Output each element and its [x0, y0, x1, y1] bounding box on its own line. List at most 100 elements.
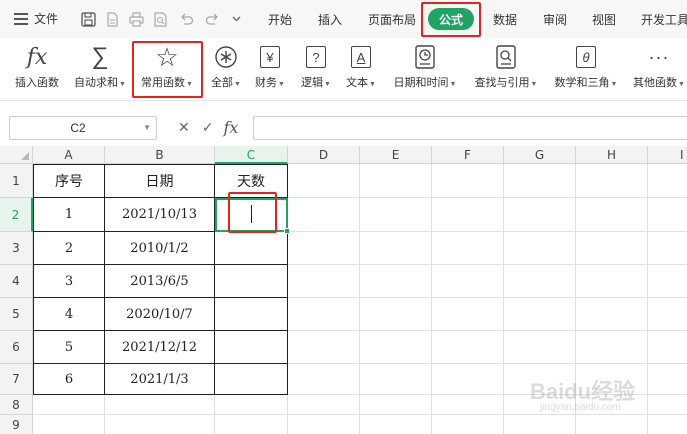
cell-c4[interactable] [215, 265, 288, 298]
cell-c1[interactable]: 天数 [215, 165, 288, 198]
table-top-border [33, 164, 288, 165]
logical-label: 逻辑 [301, 77, 324, 89]
row-header-1[interactable]: 1 [0, 164, 33, 198]
column-header-g[interactable]: G [504, 146, 576, 164]
name-box-dropdown-icon[interactable]: ▼ [143, 123, 151, 132]
cell-a6[interactable]: 5 [34, 331, 105, 364]
column-header-f[interactable]: F [432, 146, 504, 164]
lower-gridlines [33, 395, 288, 434]
financial-label: 财务 [255, 77, 278, 89]
math-trig-button[interactable]: θ 数学和三角▼ [549, 44, 623, 94]
fx-icon: fx [26, 44, 48, 70]
tab-page-layout[interactable]: 页面布局 [368, 11, 416, 28]
row-header-4[interactable]: 4 [0, 265, 33, 298]
asterisk-icon [214, 44, 238, 70]
column-header-a[interactable]: A [33, 146, 105, 164]
cell-a7[interactable]: 6 [34, 364, 105, 395]
row-header-3[interactable]: 3 [0, 232, 33, 265]
hamburger-icon [14, 13, 28, 25]
redo-icon[interactable] [203, 10, 221, 28]
insert-function-button[interactable]: fx 插入函数 [10, 44, 64, 94]
cancel-icon[interactable]: ✕ [178, 119, 190, 136]
cell-a2[interactable]: 1 [34, 198, 105, 232]
cell-b3[interactable]: 2010/1/2 [105, 232, 215, 265]
cell-c5[interactable] [215, 298, 288, 331]
row-header-2[interactable]: 2 [0, 198, 33, 232]
formula-input[interactable] [253, 116, 687, 140]
more-functions-button[interactable]: ··· 其他函数▼ [629, 44, 687, 94]
financial-button[interactable]: ¥ 财务▼ [250, 44, 290, 94]
column-header-c[interactable]: C [215, 146, 288, 164]
text-cursor [251, 205, 252, 223]
cell-a3[interactable]: 2 [34, 232, 105, 265]
tab-home[interactable]: 开始 [268, 11, 292, 28]
common-functions-label: 常用函数 [141, 77, 186, 89]
cell-b2[interactable]: 2021/10/13 [105, 198, 215, 232]
cell-c6[interactable] [215, 331, 288, 364]
lookup-reference-button[interactable]: 查找与引用▼ [469, 44, 543, 94]
column-header-d[interactable]: D [288, 146, 360, 164]
row-header-7[interactable]: 7 [0, 364, 33, 395]
autosum-button[interactable]: ∑ 自动求和▼ [71, 43, 129, 94]
save-icon[interactable] [79, 10, 97, 28]
all-functions-label: 全部 [211, 77, 234, 89]
baidu-watermark: Baidu经验 jingyan.baidu.com [530, 374, 636, 413]
cell-b5[interactable]: 2020/10/7 [105, 298, 215, 331]
row-header-9[interactable]: 9 [0, 415, 33, 434]
theta-icon: θ [576, 44, 596, 70]
tab-view[interactable]: 视图 [592, 11, 616, 28]
file-menu[interactable]: 文件 [14, 10, 58, 27]
text-label: 文本 [346, 77, 369, 89]
more-functions-label: 其他函数 [633, 77, 678, 89]
fill-handle[interactable] [284, 228, 290, 234]
cell-c3[interactable] [215, 232, 288, 265]
cell-a4[interactable]: 3 [34, 265, 105, 298]
more-icon: ··· [648, 46, 670, 67]
export-pdf-icon[interactable] [103, 10, 121, 28]
cell-b1[interactable]: 日期 [105, 165, 215, 198]
column-header-h[interactable]: H [576, 146, 648, 164]
confirm-icon[interactable]: ✓ [202, 119, 214, 136]
undo-icon[interactable] [177, 10, 195, 28]
tab-data[interactable]: 数据 [493, 11, 517, 28]
cell-b6[interactable]: 2021/12/12 [105, 331, 215, 364]
logical-button[interactable]: ? 逻辑▼ [296, 44, 336, 94]
text-button[interactable]: A 文本▼ [341, 44, 381, 94]
row-header-6[interactable]: 6 [0, 331, 33, 364]
all-functions-button[interactable]: 全部▼ [206, 44, 246, 94]
star-icon: ☆ [155, 42, 179, 72]
print-icon[interactable] [127, 10, 145, 28]
formula-bar-buttons: ✕ ✓ fx [178, 118, 238, 137]
column-header-i[interactable]: I [648, 146, 687, 164]
tab-developer[interactable]: 开发工具 [641, 11, 687, 28]
print-preview-icon[interactable] [151, 10, 169, 28]
insert-function-fx-icon[interactable]: fx [223, 118, 238, 137]
autosum-label: 自动求和 [74, 77, 119, 89]
select-all-corner[interactable] [0, 146, 33, 164]
common-functions-button[interactable]: ☆ 常用函数▼ [136, 44, 198, 94]
watermark-title: Baidu经验 [530, 379, 636, 404]
customize-toolbar-icon[interactable] [230, 10, 242, 28]
yen-icon: ¥ [260, 44, 280, 70]
clock-icon [415, 44, 435, 70]
cell-b4[interactable]: 2013/6/5 [105, 265, 215, 298]
ribbon-formulas: fx 插入函数 ∑ 自动求和▼ ☆ 常用函数▼ 全部▼ ¥ 财务▼ ? 逻辑▼ … [0, 38, 687, 100]
tab-review[interactable]: 审阅 [543, 11, 567, 28]
column-header-b[interactable]: B [105, 146, 215, 164]
cell-a1[interactable]: 序号 [34, 165, 105, 198]
insert-function-label: 插入函数 [15, 77, 59, 89]
cell-b7[interactable]: 2021/1/3 [105, 364, 215, 395]
tab-formulas[interactable]: 公式 [428, 8, 474, 30]
column-header-e[interactable]: E [360, 146, 432, 164]
date-time-button[interactable]: 日期和时间▼ [388, 44, 462, 94]
row-header-8[interactable]: 8 [0, 395, 33, 415]
lookup-reference-label: 查找与引用 [474, 77, 530, 89]
tab-insert[interactable]: 插入 [318, 11, 342, 28]
name-box[interactable]: C2 ▼ [9, 116, 157, 140]
cell-c7[interactable] [215, 364, 288, 395]
watermark-url: jingyan.baidu.com [540, 402, 621, 413]
row-header-5[interactable]: 5 [0, 298, 33, 331]
date-time-label: 日期和时间 [393, 77, 449, 89]
question-icon: ? [306, 44, 326, 70]
cell-a5[interactable]: 4 [34, 298, 105, 331]
